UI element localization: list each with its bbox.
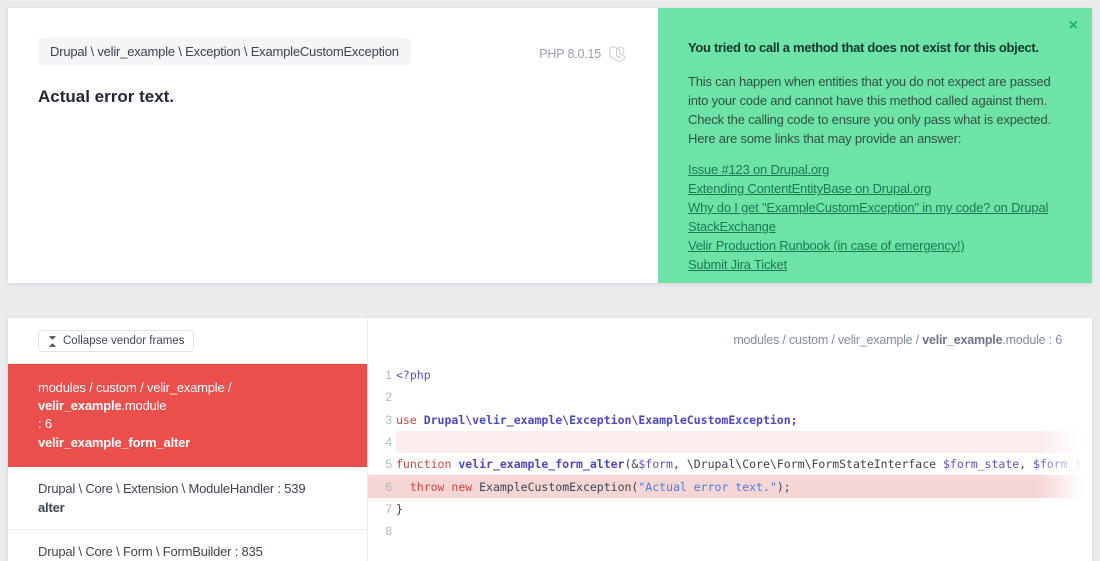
stack-frames-sidebar: Collapse vendor frames modules / custom … xyxy=(8,318,368,561)
line-number: 8 xyxy=(385,524,392,539)
line-number: 5 xyxy=(385,457,392,472)
frame-class-path: Drupal \ Core \ Form \ FormBuilder : 835 xyxy=(38,544,263,559)
stack-trace-section: Collapse vendor frames modules / custom … xyxy=(8,318,1092,561)
line-number: 6 xyxy=(385,479,392,494)
exception-header-section: Drupal \ velir_example \ Exception \ Exa… xyxy=(8,8,1092,283)
error-page: Drupal \ velir_example \ Exception \ Exa… xyxy=(0,0,1100,561)
collapse-icon xyxy=(48,335,57,347)
code-line: 8 xyxy=(368,520,1092,542)
frame-class-path: Drupal \ Core \ Extension \ ModuleHandle… xyxy=(38,481,306,496)
code-source xyxy=(396,520,1092,542)
code-source: use Drupal\velir_example\Exception\Examp… xyxy=(396,412,798,427)
code-line: 2 xyxy=(368,386,1092,408)
exception-class-pill: Drupal \ velir_example \ Exception \ Exa… xyxy=(38,38,411,65)
exception-card: Drupal \ velir_example \ Exception \ Exa… xyxy=(8,8,658,283)
code-line: 7} xyxy=(368,498,1092,520)
code-source: } xyxy=(396,501,403,516)
solution-link[interactable]: Velir Production Runbook (in case of eme… xyxy=(688,236,1066,255)
code-block: 1 <?php 2 3 use Drupal\velir_example\Excepti… xyxy=(368,364,1092,542)
php-version-label: PHP 8.0.15 xyxy=(539,46,601,61)
solution-link[interactable]: Why do I get "ExampleCustomException" in… xyxy=(688,198,1066,236)
breadcrumb-prefix: modules / custom / velir_example / xyxy=(733,333,923,347)
frame-method: alter xyxy=(38,500,65,515)
code-editor: modules / custom / velir_example / velir… xyxy=(368,318,1092,561)
stack-frame[interactable]: Drupal \ Core \ Extension \ ModuleHandle… xyxy=(8,467,367,530)
line-number: 7 xyxy=(385,501,392,516)
runtime-meta: PHP 8.0.15 xyxy=(539,45,626,62)
line-number: 3 xyxy=(385,412,392,427)
line-number: 4 xyxy=(385,435,392,450)
laravel-icon xyxy=(609,45,626,62)
collapse-button-label: Collapse vendor frames xyxy=(63,335,185,347)
close-icon[interactable]: × xyxy=(1069,18,1078,34)
solution-panel: × You tried to call a method that does n… xyxy=(658,8,1092,283)
frame-file-path: modules / custom / velir_example / velir… xyxy=(38,380,232,413)
stack-frame-active[interactable]: modules / custom / velir_example / velir… xyxy=(8,364,367,467)
code-source: <?php xyxy=(396,368,431,383)
collapse-vendor-frames-button[interactable]: Collapse vendor frames xyxy=(38,330,195,352)
frames-list: modules / custom / velir_example / velir… xyxy=(8,364,367,561)
frame-method: velir_example_form_alter xyxy=(38,435,191,450)
code-line: 1 <?php xyxy=(368,364,1092,386)
breadcrumb-filename: velir_example xyxy=(922,333,1003,347)
code-source xyxy=(396,386,1092,408)
exception-message: Actual error text. xyxy=(38,87,175,106)
code-line-error: 6 throw new ExampleCustomException("Actu… xyxy=(368,475,1092,498)
sidebar-toolbar: Collapse vendor frames xyxy=(8,318,367,364)
code-line: 4 xyxy=(368,430,1092,454)
solution-body: This can happen when entities that you d… xyxy=(688,74,1051,146)
stack-frame[interactable]: Drupal \ Core \ Form \ FormBuilder : 835… xyxy=(8,530,367,561)
code-line: 3 use Drupal\velir_example\Exception\Exam… xyxy=(368,409,1092,431)
line-number: 1 xyxy=(385,368,392,383)
solution-title: You tried to call a method that does not… xyxy=(688,40,1039,55)
file-breadcrumb: modules / custom / velir_example / velir… xyxy=(733,333,1062,347)
solution-link[interactable]: Extending ContentEntityBase on Drupal.or… xyxy=(688,179,1066,198)
code-line: 5 function velir_example_form_alter (& $for… xyxy=(368,453,1092,475)
code-source xyxy=(396,430,1092,454)
breadcrumb-suffix: .module : 6 xyxy=(1002,333,1062,347)
frame-line-number: : 6 xyxy=(38,416,52,431)
line-number: 2 xyxy=(385,390,392,405)
code-source: function velir_example_form_alter (& $form… xyxy=(396,457,1089,472)
solution-link[interactable]: Issue #123 on Drupal.org xyxy=(688,160,1066,179)
solution-link[interactable]: Submit Jira Ticket xyxy=(688,255,1066,274)
solution-links: Issue #123 on Drupal.org Extending Conten… xyxy=(688,160,1066,274)
code-source: throw new ExampleCustomException("Actual… xyxy=(409,479,791,494)
